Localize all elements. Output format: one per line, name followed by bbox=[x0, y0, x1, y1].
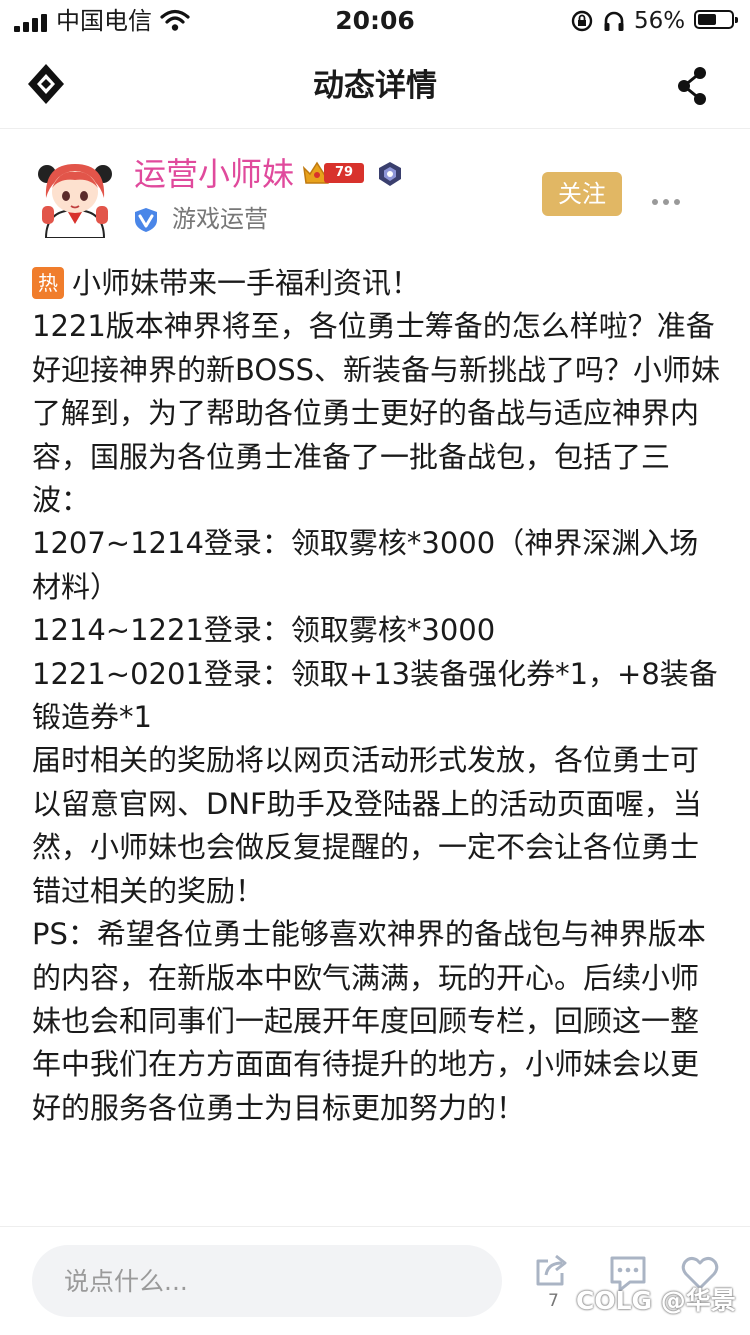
share-icon[interactable] bbox=[673, 64, 713, 108]
verified-icon bbox=[135, 208, 157, 232]
battery-fill bbox=[698, 14, 716, 25]
share-action-icon[interactable] bbox=[532, 1251, 572, 1291]
battery-percent: 56% bbox=[634, 8, 686, 34]
author-name[interactable]: 运营小师妹 bbox=[134, 152, 294, 196]
more-options-icon[interactable] bbox=[652, 190, 685, 209]
share-count: 7 bbox=[548, 1291, 559, 1311]
post-line: 届时相关的奖励将以网页活动形式发放，各位勇士可以留意官网、DNF助手及登陆器上的… bbox=[32, 743, 702, 908]
post-line: 1214~1221登录：领取雾核*3000 bbox=[32, 613, 496, 648]
follow-button[interactable]: 关注 bbox=[542, 172, 622, 216]
comment-input[interactable] bbox=[32, 1245, 502, 1317]
headphone-icon bbox=[604, 11, 624, 31]
bottom-bar: 7 COLG @华景 bbox=[0, 1226, 750, 1335]
watermark: COLG @华景 bbox=[576, 1286, 736, 1315]
avatar[interactable] bbox=[32, 152, 118, 238]
post-line: 1207~1214登录：领取雾核*3000（神界深渊入场材料） bbox=[32, 526, 699, 604]
post-content: 热小师妹带来一手福利资讯！ 1221版本神界将至，各位勇士筹备的怎么样啦？准备好… bbox=[32, 262, 722, 1130]
level-badge: 79 bbox=[302, 160, 366, 186]
status-bar: 中国电信 20:06 56% bbox=[0, 0, 750, 44]
page-title: 动态详情 bbox=[313, 68, 437, 104]
battery-icon bbox=[694, 10, 738, 29]
post-line: 1221版本神界将至，各位勇士筹备的怎么样啦？准备好迎接神界的新BOSS、新装备… bbox=[32, 309, 721, 518]
rank-medal-icon bbox=[379, 162, 401, 186]
hot-tag: 热 bbox=[32, 267, 64, 299]
header: 动态详情 bbox=[0, 44, 750, 129]
orientation-lock-icon bbox=[571, 10, 593, 32]
post-headline: 热小师妹带来一手福利资讯！ bbox=[32, 262, 722, 305]
post-line: 1221~0201登录：领取+13装备强化券*1，+8装备锻造券*1 bbox=[32, 656, 718, 735]
author-row: 运营小师妹 79 游戏运营 关注 bbox=[0, 140, 750, 250]
author-role: 游戏运营 bbox=[172, 205, 268, 233]
post-line: PS：希望各位勇士能够喜欢神界的备战包与神界版本的内容，在新版本中欧气满满，玩的… bbox=[32, 917, 706, 1125]
level-number: 79 bbox=[324, 163, 364, 183]
post-line: 小师妹带来一手福利资讯！ bbox=[72, 266, 421, 300]
